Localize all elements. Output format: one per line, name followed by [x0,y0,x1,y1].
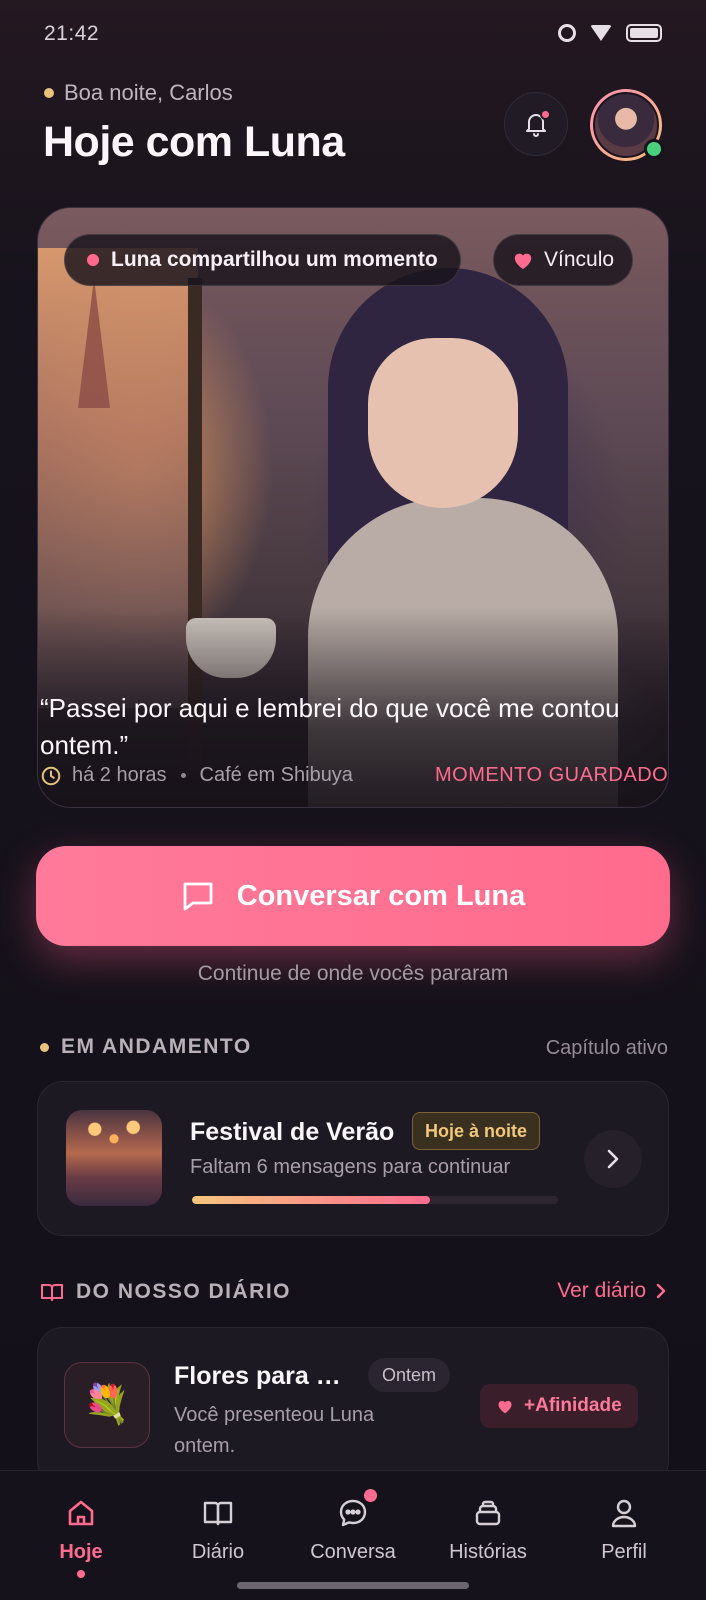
diary-entry-thumbnail: 💐 [64,1362,150,1448]
greeting-text: Boa noite, Carlos [64,80,233,105]
battery-icon [626,24,662,42]
moment-dot [87,254,99,266]
meta-separator [180,773,186,778]
chat-button-subtitle: Continue de onde vocês pararam [197,962,509,985]
story-badge: Hoje à noite [412,1112,541,1150]
chevron-right-icon [607,1149,619,1169]
nav-item-conversa[interactable]: Conversa [293,1489,413,1564]
diary-title: DO NOSSO DIÁRIO [76,1280,292,1303]
chat-icon [333,1489,377,1533]
moment-saved-label: MOMENTO GUARDADO [435,764,669,786]
moment-time: há 2 horas [72,764,167,786]
diary-entry-title: Flores para Luna [174,1362,346,1390]
chat-bubble-icon [183,882,213,911]
greeting: Boa noite, Carlos [44,80,233,106]
moment-meta: há 2 horas Café em Shibuya MOMENTO GUARD… [40,764,669,787]
story-subtitle: Faltam 6 mensagens para continuar [190,1156,511,1178]
story-progress-bar [192,1196,558,1204]
nav-label-historias: Histórias [449,1541,527,1563]
book-icon [41,1284,63,1301]
section-dot [40,1042,49,1052]
heart-icon [498,1400,512,1414]
story-card[interactable]: Festival de Verão Hoje à noite Faltam 6 … [37,1081,669,1236]
affinity-label: +Afinidade [524,1395,622,1416]
open-story-button[interactable] [584,1130,642,1188]
clock-icon [41,766,61,785]
status-icons [558,24,662,42]
greeting-dot [44,88,54,98]
chat-badge [364,1489,377,1502]
chevron-right-icon [656,1283,666,1299]
moment-tag-label: Luna compartilhou um momento [111,248,438,271]
nav-item-hoje[interactable]: Hoje [21,1493,141,1578]
sync-icon [558,24,576,42]
nav-item-perfil[interactable]: Perfil [564,1493,684,1564]
heart-icon [514,253,532,270]
bottom-navigation: Hoje Diário Conversa Histórias Perfil [0,1470,706,1600]
status-bar: 21:42 [0,0,706,72]
diary-entry-description: Você presenteou Luna ontem. [174,1404,375,1457]
story-progress-fill [192,1196,430,1204]
active-chapter-label: Capítulo ativo [545,1037,668,1059]
moment-tag: Luna compartilhou um momento [64,234,461,286]
nav-item-diario[interactable]: Diário [158,1493,278,1564]
stack-icon [468,1493,508,1533]
status-time: 21:42 [44,22,100,45]
book-icon [198,1493,238,1533]
user-icon [604,1493,644,1533]
festival-thumbnail [66,1110,162,1206]
active-indicator [77,1570,85,1578]
diary-entry-card[interactable]: 💐 Flores para Luna Ontem Você presenteou… [37,1327,669,1487]
home-icon [61,1493,101,1533]
moment-location: Café em Shibuya [199,764,353,786]
nav-label-hoje: Hoje [59,1541,103,1563]
see-diary-label: Ver diário [557,1279,646,1302]
moment-quote: “Passei por aqui e lembrei do que você m… [40,693,620,760]
chat-button-label: Conversar com Luna [236,879,526,912]
nav-label-perfil: Perfil [601,1541,647,1563]
affinity-badge: +Afinidade [480,1384,638,1428]
bond-tag[interactable]: Vínculo [493,234,634,286]
diary-entry-date: Ontem [368,1358,451,1392]
in-progress-section-title: EM ANDAMENTO [40,1035,252,1059]
hero-tower [78,278,110,408]
bond-tag-label: Vínculo [544,248,615,271]
see-diary-link[interactable]: Ver diário [557,1279,666,1303]
notification-badge [540,109,551,120]
nav-label-diario: Diário [191,1541,245,1563]
nav-label-conversa: Conversa [310,1541,396,1563]
diary-section-title: DO NOSSO DIÁRIO [40,1280,291,1304]
chat-with-luna-button[interactable]: Conversar com Luna [36,846,670,946]
avatar[interactable] [590,89,664,161]
home-indicator[interactable] [237,1582,469,1589]
bouquet-icon: 💐 [83,1384,131,1426]
moment-card[interactable]: Luna compartilhou um momento Vínculo “Pa… [37,207,669,808]
nav-item-historias[interactable]: Histórias [428,1493,548,1564]
wifi-icon [590,25,612,41]
in-progress-title: EM ANDAMENTO [61,1035,252,1058]
story-title: Festival de Verão [190,1118,395,1146]
hero-character-face [368,338,518,508]
notifications-button[interactable] [504,92,568,156]
online-indicator [644,139,664,159]
page-title: Hoje com Luna [43,118,345,166]
